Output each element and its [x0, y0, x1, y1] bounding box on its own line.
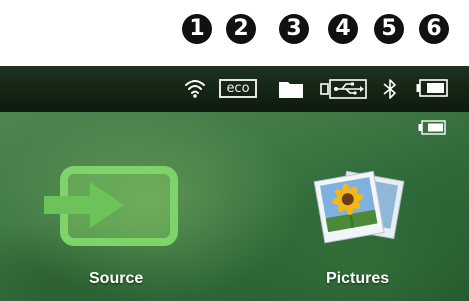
main-menu: Source Pictures: [0, 112, 469, 301]
menu-item-source-label: Source: [89, 270, 144, 287]
folder-icon: [279, 82, 303, 98]
menu-item-pictures[interactable]: Pictures: [300, 162, 430, 301]
battery-icon: [418, 120, 446, 135]
callout-1: 1: [182, 14, 212, 44]
menu-item-source[interactable]: Source: [40, 162, 190, 301]
source-input-icon: [44, 166, 178, 246]
callout-6: 6: [419, 14, 449, 44]
eco-label: eco: [226, 81, 250, 96]
wifi-icon: [185, 80, 205, 98]
callout-5: 5: [374, 14, 404, 44]
battery-icon: [416, 79, 448, 97]
bluetooth-icon: [383, 79, 396, 99]
usb-connection-icon: [320, 79, 367, 99]
pictures-icon: [313, 170, 405, 244]
callout-2: 2: [226, 14, 256, 44]
callout-3: 3: [279, 14, 309, 44]
status-bar: eco: [0, 66, 469, 112]
eco-mode-icon: eco: [219, 79, 257, 98]
callout-4: 4: [328, 14, 358, 44]
menu-item-pictures-label: Pictures: [326, 270, 390, 287]
